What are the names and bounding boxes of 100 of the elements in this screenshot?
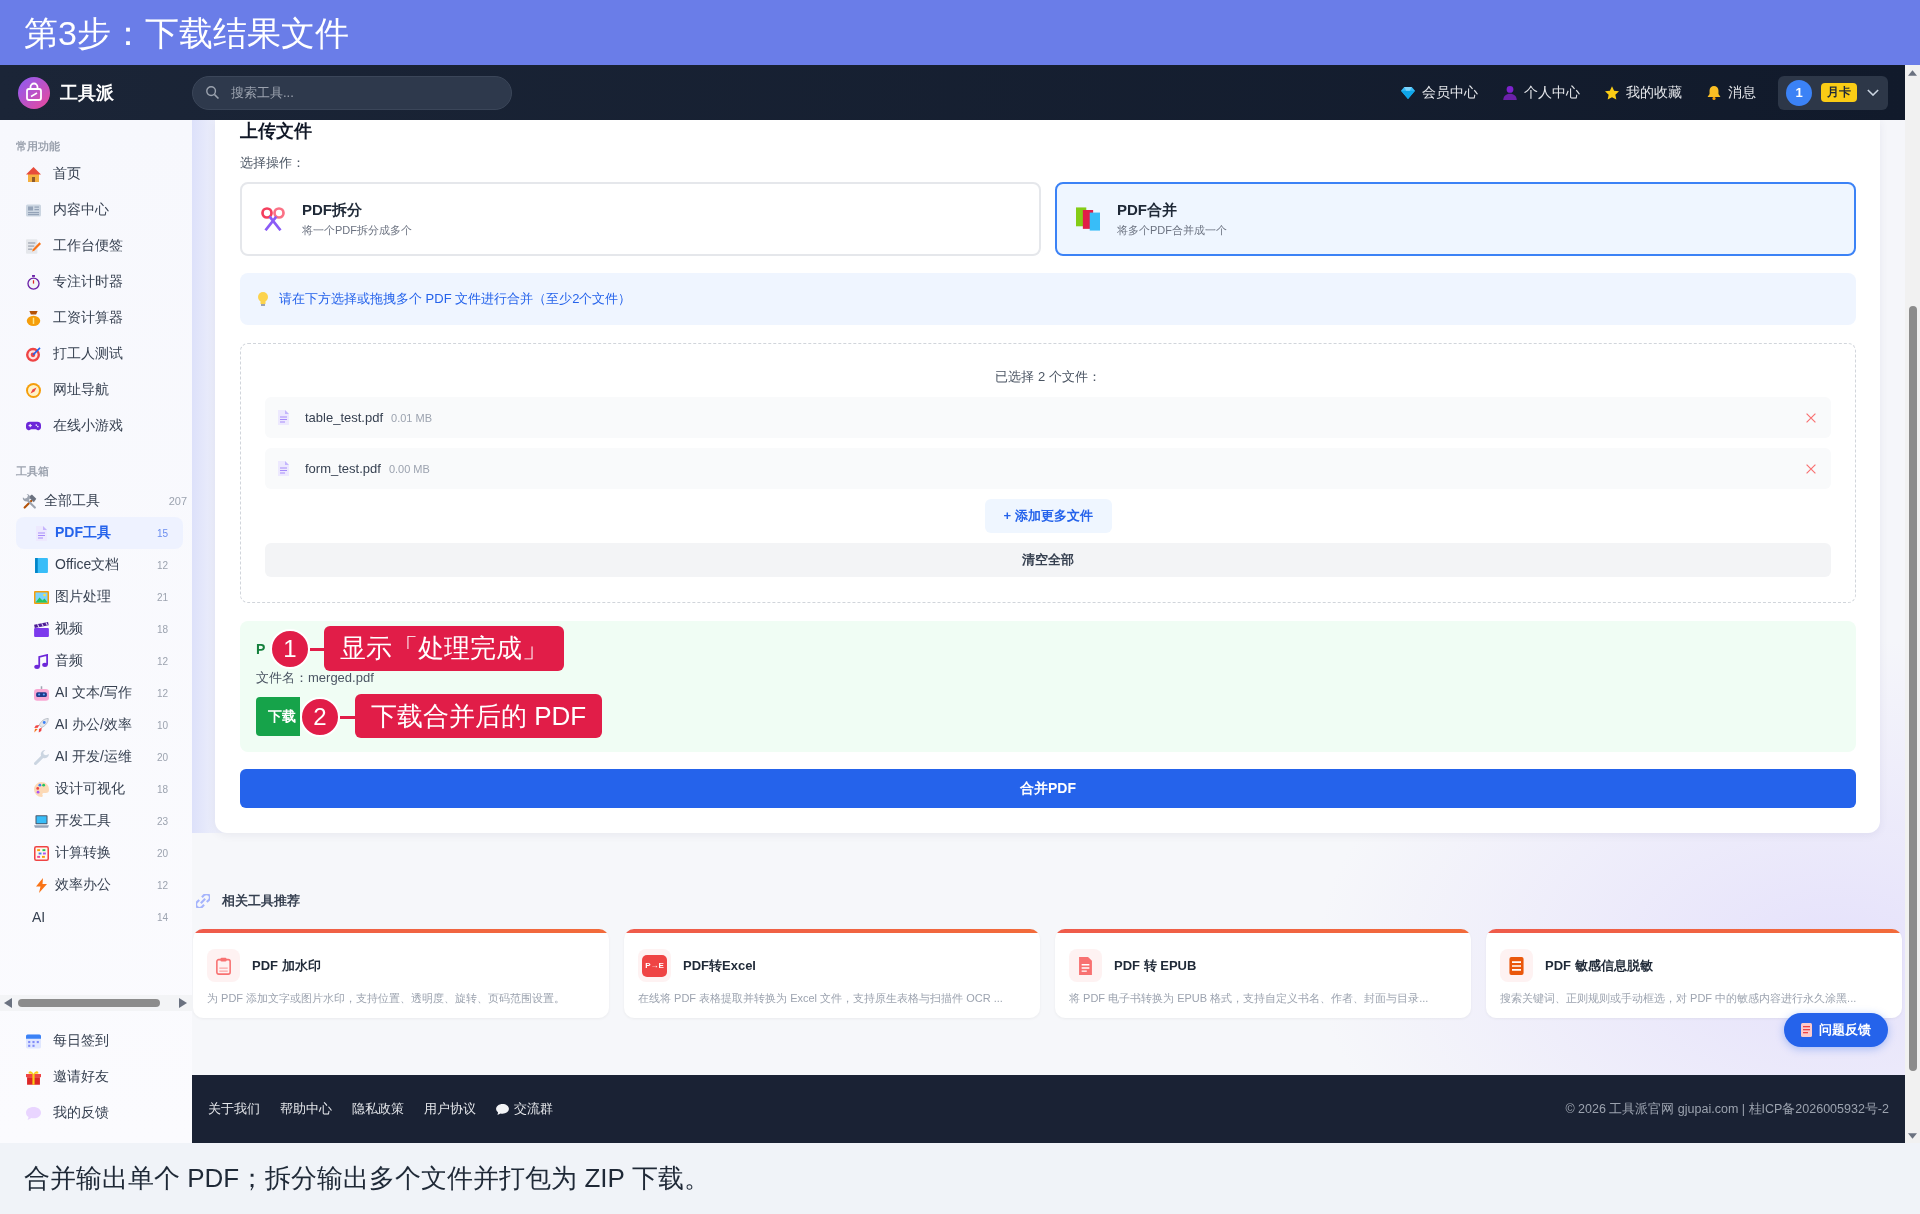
sidebar-item[interactable]: 效率办公 12 (16, 869, 183, 901)
footer-link[interactable]: 用户协议 (424, 1100, 476, 1118)
sidebar-item[interactable]: AI 办公/效率 10 (16, 709, 183, 741)
sidebar-item[interactable]: AI 文本/写作 12 (16, 677, 183, 709)
item-count: 12 (156, 879, 168, 891)
sidebar-item[interactable]: Office文档 12 (16, 549, 183, 581)
item-count: 207 (168, 495, 187, 507)
membership-badge: 月卡 (1821, 83, 1857, 102)
footer-link[interactable]: 关于我们 (208, 1100, 260, 1118)
books-icon (1076, 207, 1100, 231)
nav-link[interactable]: 会员中心 (1401, 83, 1478, 102)
tool-title: PDF 转 EPUB (1114, 956, 1197, 975)
operation-option[interactable]: PDF拆分 将一个PDF拆分成多个 (240, 182, 1041, 256)
scroll-right-arrow-icon[interactable] (179, 998, 187, 1008)
sidebar-item[interactable]: 打工人测试 (0, 336, 192, 372)
caption-text: 合并输出单个 PDF；拆分输出多个文件并打包为 ZIP 下载。 (24, 1162, 710, 1195)
scroll-down-arrow-icon[interactable] (1908, 1133, 1917, 1139)
sidebar-item[interactable]: 首页 (0, 156, 192, 192)
operation-label: 选择操作： (240, 154, 305, 172)
add-more-files-button[interactable]: + 添加更多文件 (984, 499, 1112, 533)
sidebar-item[interactable]: 开发工具 23 (16, 805, 183, 837)
sidebar-item[interactable]: 图片处理 21 (16, 581, 183, 613)
sidebar-item[interactable]: AI 14 (16, 901, 183, 933)
sidebar-item[interactable]: 工资计算器 (0, 300, 192, 336)
section-heading: 常用功能 (15, 139, 60, 154)
search-bar[interactable]: 搜索工具... (192, 75, 512, 110)
scroll-up-arrow-icon[interactable] (1908, 70, 1917, 76)
footer-link[interactable]: 帮助中心 (280, 1100, 332, 1118)
step-marker: 1 (270, 629, 310, 669)
chevron-down-icon[interactable] (1867, 89, 1879, 96)
newspaper-icon (26, 202, 41, 218)
operation-option[interactable]: PDF合并 将多个PDF合并成一个 (1055, 182, 1856, 256)
robot-icon (34, 685, 49, 701)
file-size: 0.00 MB (388, 462, 430, 475)
sidebar-item[interactable]: 工作台便签 (0, 228, 192, 264)
callout-label: 显示「处理完成」 (324, 626, 564, 671)
sidebar-item[interactable]: 内容中心 (0, 192, 192, 228)
feedback-button[interactable]: 问题反馈 (1784, 1013, 1888, 1047)
avatar: 1 (1786, 79, 1812, 106)
memo-icon (1801, 1023, 1812, 1037)
clear-all-button[interactable]: 清空全部 (265, 543, 1831, 577)
user-menu[interactable]: 1 月卡 (1778, 75, 1888, 110)
step-title: 第3步：下载结果文件 (24, 12, 349, 54)
compass-icon (26, 382, 41, 398)
speech-bubble-icon (26, 1105, 41, 1121)
music-note-icon (34, 653, 49, 669)
scroll-left-arrow-icon[interactable] (4, 998, 12, 1008)
related-tool-card[interactable]: PDF 加水印 为 PDF 添加文字或图片水印，支持位置、透明度、旋转、页码范围设置。 (193, 929, 609, 1018)
sidebar-item[interactable]: 视频 18 (16, 613, 183, 645)
sidebar-item[interactable]: 网址导航 (0, 372, 192, 408)
clapperboard-icon (34, 621, 49, 637)
scrollbar-thumb[interactable] (18, 999, 160, 1007)
sidebar-item[interactable]: 音频 12 (16, 645, 183, 677)
tool-description: 在线将 PDF 表格提取并转换为 Excel 文件，支持原生表格与扫描件 OCR ... (638, 991, 1003, 1005)
sidebar-item[interactable]: 每日签到 (0, 1023, 192, 1059)
logo-text[interactable]: 工具派 (60, 80, 114, 105)
picture-icon (34, 589, 49, 605)
speech-bubble-icon (496, 1103, 509, 1115)
wrench-icon (34, 749, 49, 765)
sidebar-item[interactable]: 我的反馈 (0, 1095, 192, 1131)
nav-link[interactable]: 消息 (1707, 83, 1756, 102)
related-tool-card[interactable]: PDF 敏感信息脱敏 搜索关键词、正则规则或手动框选，对 PDF 中的敏感内容进行永久涂黑... (1486, 929, 1902, 1018)
item-count: 15 (156, 527, 168, 539)
nav-link[interactable]: 个人中心 (1503, 83, 1580, 102)
result-title: P (256, 640, 266, 658)
search-input[interactable]: 搜索工具... (231, 82, 511, 103)
close-icon (1806, 412, 1816, 423)
item-count: 20 (156, 751, 168, 763)
sidebar-item[interactable]: 邀请好友 (0, 1059, 192, 1095)
option-title: PDF拆分 (302, 200, 362, 220)
sidebar-item[interactable]: PDF工具 15 (16, 517, 183, 549)
sidebar-item[interactable]: 设计可视化 18 (16, 773, 183, 805)
file-drop-zone[interactable]: 已选择 2 个文件： table_test.pdf 0.01 MB form_test.pdf 0.00 MB + 添加更多文件 清空全部 (240, 343, 1856, 603)
stopwatch-icon (26, 274, 41, 290)
sidebar-item[interactable]: 专注计时器 (0, 264, 192, 300)
link-icon (196, 894, 210, 908)
nav-link[interactable]: 我的收藏 (1605, 83, 1682, 102)
item-count: 12 (156, 687, 168, 699)
result-filename: 文件名：merged.pdf (256, 669, 374, 687)
document-icon (34, 525, 49, 541)
scrollbar-thumb[interactable] (1908, 306, 1917, 1071)
scissors-icon (261, 207, 285, 231)
sidebar-item[interactable]: 全部工具 207 (0, 485, 192, 517)
close-icon (1806, 463, 1816, 474)
tool-title: PDF 敏感信息脱敏 (1545, 956, 1653, 975)
item-count: 18 (156, 783, 168, 795)
sidebar-item[interactable]: 计算转换 20 (16, 837, 183, 869)
merge-pdf-button[interactable]: 合并PDF (240, 769, 1856, 808)
hint-text: 请在下方选择或拖拽多个 PDF 文件进行合并（至少2个文件） (279, 290, 632, 308)
sidebar-item[interactable]: AI 开发/运维 20 (16, 741, 183, 773)
related-tool-card[interactable]: P→E PDF转Excel 在线将 PDF 表格提取并转换为 Excel 文件，支持原生表格与扫描件 OCR ... (624, 929, 1040, 1018)
document-icon (1069, 949, 1102, 982)
footer-link[interactable]: 交流群 (496, 1100, 553, 1118)
footer-link[interactable]: 隐私政策 (352, 1100, 404, 1118)
section-title: 相关工具推荐 (222, 892, 300, 910)
option-description: 将一个PDF拆分成多个 (302, 223, 412, 238)
related-tool-card[interactable]: PDF 转 EPUB 将 PDF 电子书转换为 EPUB 格式，支持自定义书名、作者、封面与目录... (1055, 929, 1471, 1018)
sidebar-item[interactable]: 在线小游戏 (0, 408, 192, 444)
logo-icon[interactable] (18, 76, 50, 109)
house-icon (26, 166, 41, 182)
